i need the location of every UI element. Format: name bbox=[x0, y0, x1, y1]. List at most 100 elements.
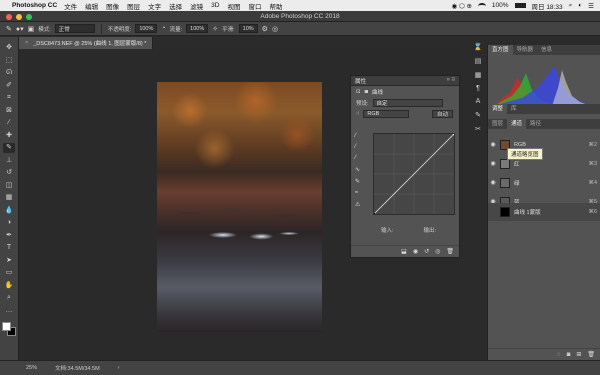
close-tab-icon[interactable]: × bbox=[25, 40, 28, 46]
crop-tool-icon[interactable]: ⌗ bbox=[3, 93, 15, 103]
history-icon[interactable]: ⌛ bbox=[474, 43, 483, 51]
properties-header[interactable]: 属性 » ≡ bbox=[351, 76, 459, 86]
menubar-status-icons[interactable]: ◉ ⬡ ⊕ bbox=[451, 2, 471, 10]
channel-row-mask[interactable]: 曲线 1蒙版 ⌘6 bbox=[488, 203, 600, 221]
menu-type[interactable]: 文字 bbox=[148, 1, 161, 11]
channel-row-red[interactable]: ◉ 红 ⌘3 bbox=[488, 155, 600, 172]
character-icon[interactable]: A bbox=[476, 98, 481, 105]
tab-info[interactable]: 信息 bbox=[537, 45, 556, 55]
menu-layer[interactable]: 图层 bbox=[127, 1, 140, 11]
foreground-color[interactable] bbox=[2, 322, 11, 331]
move-tool-icon[interactable]: ✥ bbox=[3, 43, 15, 53]
tools-panel-icon[interactable]: ✂ bbox=[475, 125, 481, 133]
type-tool-icon[interactable]: T bbox=[3, 243, 15, 253]
clock[interactable]: 周日 18:33 bbox=[532, 1, 563, 11]
channel-row-rgb[interactable]: ◉ RGB ⌘2 bbox=[488, 136, 600, 153]
gray-point-eyedropper-icon[interactable]: ⁄ bbox=[355, 144, 360, 150]
wifi-icon[interactable] bbox=[477, 2, 486, 9]
panel-menu-icon[interactable]: » ≡ bbox=[446, 77, 455, 83]
mode-select[interactable]: 正常 bbox=[54, 24, 95, 33]
color-swatches[interactable] bbox=[2, 322, 16, 336]
tab-navigator[interactable]: 导航器 bbox=[513, 45, 538, 55]
new-channel-icon[interactable]: ⊞ bbox=[576, 351, 581, 358]
brush-tool-icon[interactable]: ✎ bbox=[3, 143, 15, 153]
save-selection-icon[interactable]: ◙ bbox=[567, 352, 571, 358]
curves-graph[interactable] bbox=[372, 132, 456, 216]
mask-icon[interactable]: ◙ bbox=[365, 89, 368, 95]
zoom-level[interactable]: 25% bbox=[26, 365, 37, 371]
document-image[interactable] bbox=[157, 82, 322, 332]
history-brush-tool-icon[interactable]: ↺ bbox=[3, 168, 15, 178]
hand-tool-icon[interactable]: ✋ bbox=[3, 281, 15, 291]
menu-filter[interactable]: 滤镜 bbox=[190, 1, 203, 11]
preset-select[interactable]: 自定 bbox=[372, 98, 443, 107]
tab-histogram[interactable]: 直方图 bbox=[488, 45, 513, 55]
tab-channels[interactable]: 通道 bbox=[507, 119, 527, 129]
search-icon[interactable]: ⌕ bbox=[569, 2, 573, 10]
menu-help[interactable]: 帮助 bbox=[269, 1, 282, 11]
smoothing-settings-icon[interactable]: ⚙ bbox=[262, 25, 268, 33]
battery-icon[interactable] bbox=[514, 3, 526, 8]
black-point-eyedropper-icon[interactable]: ⁄ bbox=[355, 133, 360, 139]
load-selection-icon[interactable]: ◌ bbox=[557, 352, 561, 358]
more-tools-icon[interactable]: … bbox=[3, 306, 15, 316]
auto-button[interactable]: 自动 bbox=[431, 109, 453, 118]
tab-adjustments[interactable]: 调整 bbox=[488, 104, 508, 114]
menu-window[interactable]: 窗口 bbox=[248, 1, 261, 11]
path-selection-tool-icon[interactable]: ➤ bbox=[3, 256, 15, 266]
reset-icon[interactable]: ↺ bbox=[424, 248, 429, 255]
smoothing-field[interactable]: 10% bbox=[238, 24, 258, 33]
document-size[interactable]: 文档:34.5M/34.5M bbox=[55, 364, 100, 372]
eyedropper-tool-icon[interactable]: ⁄ bbox=[3, 118, 15, 128]
quick-select-tool-icon[interactable]: ✐ bbox=[3, 81, 15, 91]
zoom-tool-icon[interactable]: ⌕ bbox=[3, 293, 15, 303]
frame-tool-icon[interactable]: ⊠ bbox=[3, 106, 15, 116]
channel-select[interactable]: RGB bbox=[363, 109, 410, 118]
gradient-tool-icon[interactable]: ▦ bbox=[3, 193, 15, 203]
visibility-icon[interactable]: ◎ bbox=[435, 248, 440, 255]
shape-tool-icon[interactable]: ▭ bbox=[3, 268, 15, 278]
blur-tool-icon[interactable]: 💧 bbox=[3, 206, 15, 216]
smooth-curve-icon[interactable]: ≈ bbox=[355, 190, 360, 196]
menu-file[interactable]: 文件 bbox=[64, 1, 77, 11]
tab-libraries[interactable]: 库 bbox=[507, 104, 521, 114]
menu-edit[interactable]: 编辑 bbox=[85, 1, 98, 11]
airbrush-icon[interactable]: ✧ bbox=[212, 25, 218, 33]
channel-row-green[interactable]: ◉ 绿 ⌘4 bbox=[488, 174, 600, 191]
pressure-opacity-icon[interactable]: ◔ bbox=[161, 25, 165, 32]
on-image-adjust-icon[interactable]: ☝ bbox=[356, 111, 359, 117]
properties-icon[interactable]: ▦ bbox=[475, 71, 482, 79]
status-arrow-icon[interactable]: › bbox=[118, 365, 120, 371]
document-tab[interactable]: × _DSC8473.NEF @ 25% (曲线 1, 图层蒙版/8) * bbox=[19, 37, 154, 49]
flow-field[interactable]: 100% bbox=[186, 24, 209, 33]
clone-stamp-tool-icon[interactable]: ⊥ bbox=[3, 156, 15, 166]
menu-image[interactable]: 图像 bbox=[106, 1, 119, 11]
navigator-icon[interactable]: ▤ bbox=[475, 57, 482, 65]
brush-preset-picker[interactable]: ●▾ bbox=[16, 25, 24, 33]
tab-layers[interactable]: 图层 bbox=[488, 119, 507, 129]
edit-points-icon[interactable]: ∿ bbox=[355, 166, 360, 173]
menu-view[interactable]: 视图 bbox=[227, 1, 240, 11]
opacity-field[interactable]: 100% bbox=[135, 24, 158, 33]
brush-settings-panel-icon[interactable]: ✎ bbox=[475, 111, 481, 119]
white-point-eyedropper-icon[interactable]: ⁄ bbox=[355, 155, 360, 161]
healing-brush-tool-icon[interactable]: ✚ bbox=[3, 131, 15, 141]
menu-3d[interactable]: 3D bbox=[211, 2, 219, 9]
draw-curve-icon[interactable]: ✎ bbox=[355, 178, 360, 185]
dodge-tool-icon[interactable]: ◑ bbox=[3, 218, 15, 228]
curve-black-point[interactable] bbox=[372, 212, 376, 216]
view-previous-icon[interactable]: ◉ bbox=[413, 248, 418, 255]
delete-icon[interactable]: 🗑 bbox=[446, 248, 454, 255]
app-menu[interactable]: Photoshop CC bbox=[12, 2, 57, 9]
tab-paths[interactable]: 路径 bbox=[526, 119, 545, 129]
marquee-tool-icon[interactable]: ⬚ bbox=[3, 56, 15, 66]
eraser-tool-icon[interactable]: ◫ bbox=[3, 181, 15, 191]
siri-icon[interactable]: ◐ bbox=[578, 2, 582, 9]
eye-icon[interactable]: ◉ bbox=[488, 160, 498, 167]
menu-select[interactable]: 选择 bbox=[169, 1, 182, 11]
eye-icon[interactable]: ◉ bbox=[488, 141, 498, 148]
notification-center-icon[interactable]: ☰ bbox=[588, 2, 594, 10]
pen-tool-icon[interactable]: ✒ bbox=[3, 231, 15, 241]
clipping-warning-icon[interactable]: ⚠ bbox=[355, 201, 360, 208]
curve-white-point[interactable] bbox=[452, 132, 456, 136]
